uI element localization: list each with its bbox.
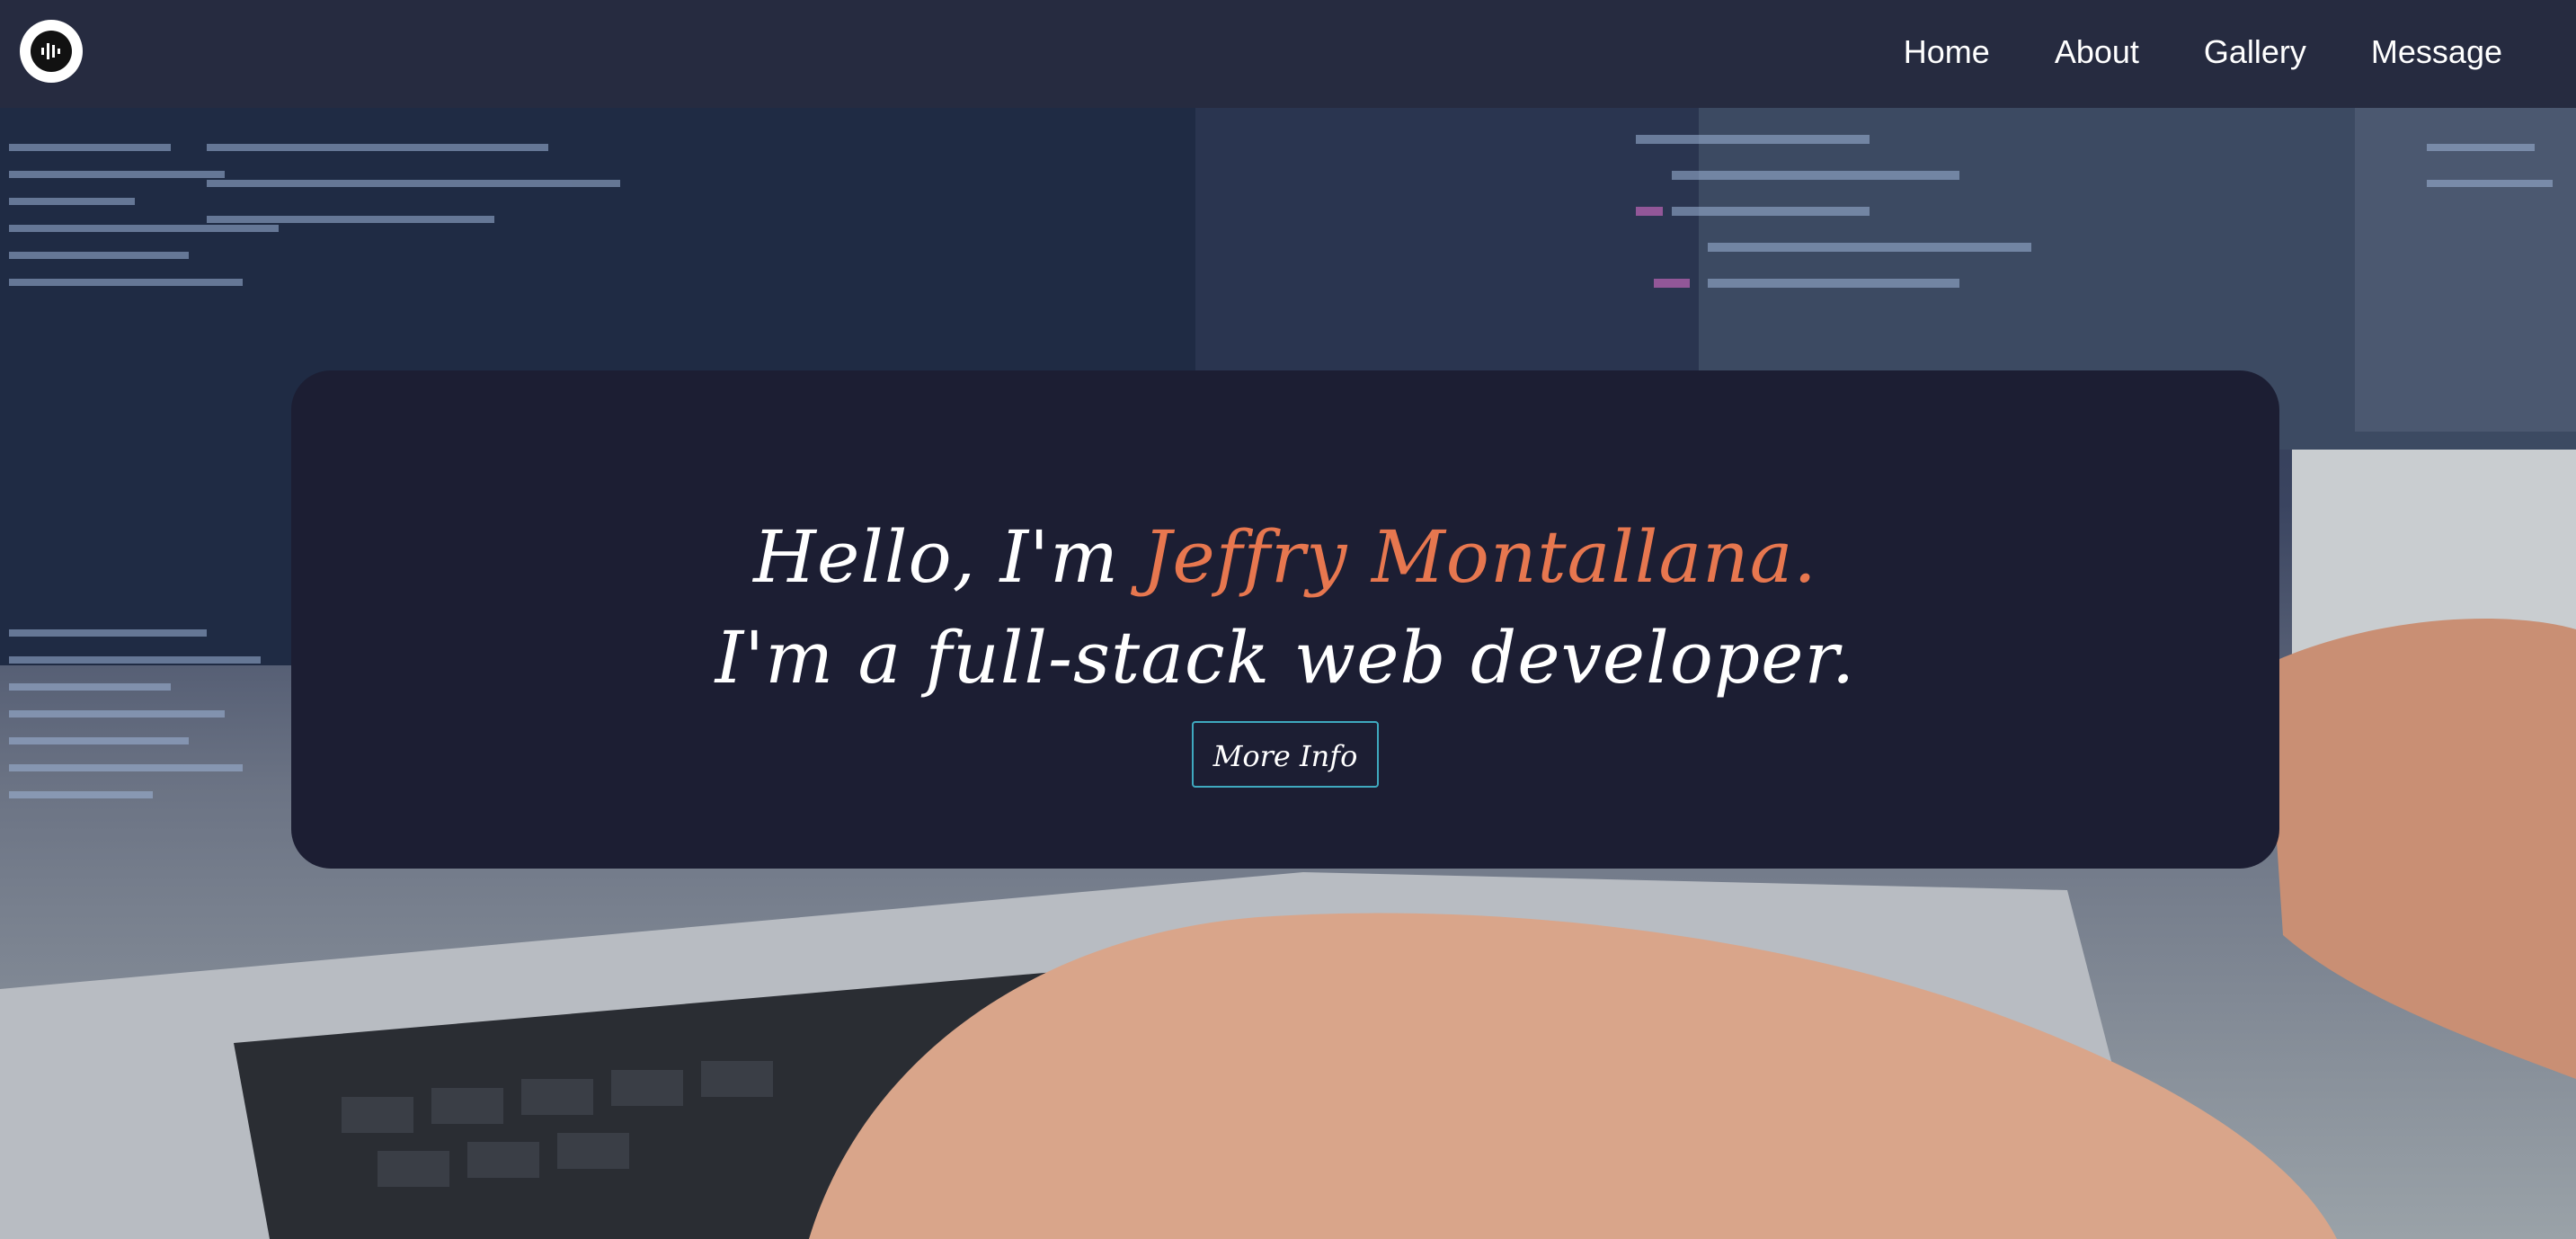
- more-info-button[interactable]: More Info: [1191, 721, 1380, 788]
- intro-card: Hello, I'm Jeffry Montallana. I'm a full…: [291, 370, 2279, 869]
- nav-link-home[interactable]: Home: [1904, 33, 1990, 71]
- nav-link-gallery[interactable]: Gallery: [2204, 33, 2306, 71]
- intro-heading: Hello, I'm Jeffry Montallana.: [291, 507, 2279, 608]
- nav-links: Home About Gallery Message: [1904, 0, 2502, 104]
- nav-link-message[interactable]: Message: [2371, 33, 2502, 71]
- logo[interactable]: [20, 20, 83, 83]
- hero-background-image: Hello, I'm Jeffry Montallana. I'm a full…: [0, 108, 2576, 1239]
- sound-wave-icon: [31, 31, 72, 72]
- greeting-text: Hello, I'm: [753, 515, 1143, 599]
- tagline-text: I'm a full-stack web developer.: [715, 616, 1856, 700]
- top-navbar: Home About Gallery Message: [0, 0, 2576, 108]
- developer-name: Jeffry Montallana.: [1142, 515, 1817, 599]
- nav-link-about[interactable]: About: [2055, 33, 2139, 71]
